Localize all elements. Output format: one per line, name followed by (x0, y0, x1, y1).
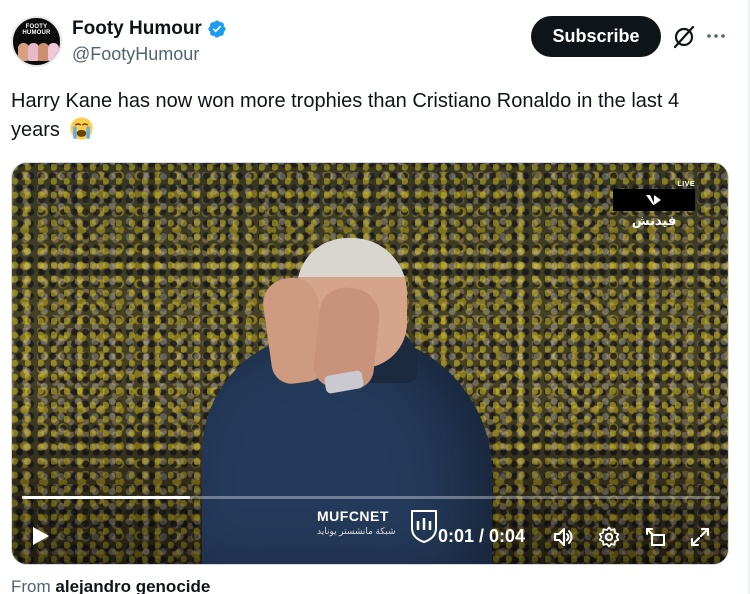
play-icon[interactable] (29, 525, 51, 547)
from-attribution: From alejandro genocide (11, 577, 210, 594)
video-progress-bar[interactable] (22, 496, 720, 499)
verified-badge-icon (208, 20, 226, 38)
avatar-figures (18, 41, 59, 61)
video-progress-fill (22, 496, 190, 499)
from-user-link[interactable]: alejandro genocide (55, 577, 210, 594)
live-label: LIVE (677, 181, 695, 188)
video-time: 0:01 / 0:04 (438, 526, 526, 546)
broadcaster-logo: LIVE فيدتش (613, 181, 695, 231)
watermark: MUFCNET شبكة مانشستر يونايد (317, 508, 437, 544)
author-handle[interactable]: @FootyHumour (72, 44, 199, 65)
grok-icon[interactable] (671, 24, 697, 50)
settings-icon[interactable] (597, 525, 621, 549)
avatar[interactable]: FOOTY HUMOUR (11, 16, 62, 67)
tweet-text: Harry Kane has now won more trophies tha… (11, 87, 731, 145)
avatar-logo-text: FOOTY HUMOUR (22, 24, 51, 36)
watermark-title: MUFCNET (317, 508, 389, 524)
loudly-crying-face-icon (70, 117, 94, 140)
broadcaster-name: فيدتش (631, 213, 677, 228)
watermark-subtitle: شبكة مانشستر يونايد (317, 526, 396, 536)
author-name-row[interactable]: Footy Humour (72, 17, 227, 41)
display-name[interactable]: Footy Humour (72, 18, 202, 40)
tweet-text-body: Harry Kane has now won more trophies tha… (11, 90, 680, 141)
watermark-shield-icon (411, 510, 437, 544)
fullscreen-icon[interactable] (688, 525, 712, 549)
from-prefix: From (11, 577, 51, 594)
broadcaster-mark-icon (646, 195, 661, 205)
subscribe-button[interactable]: Subscribe (531, 16, 661, 57)
pip-icon[interactable] (643, 525, 667, 549)
broadcaster-logo-mark (613, 189, 695, 211)
more-icon[interactable] (704, 24, 728, 48)
volume-icon[interactable] (552, 525, 576, 549)
video-player[interactable]: LIVE فيدتش MUFCNET شبكة مانشستر يونايد 0… (11, 162, 729, 565)
